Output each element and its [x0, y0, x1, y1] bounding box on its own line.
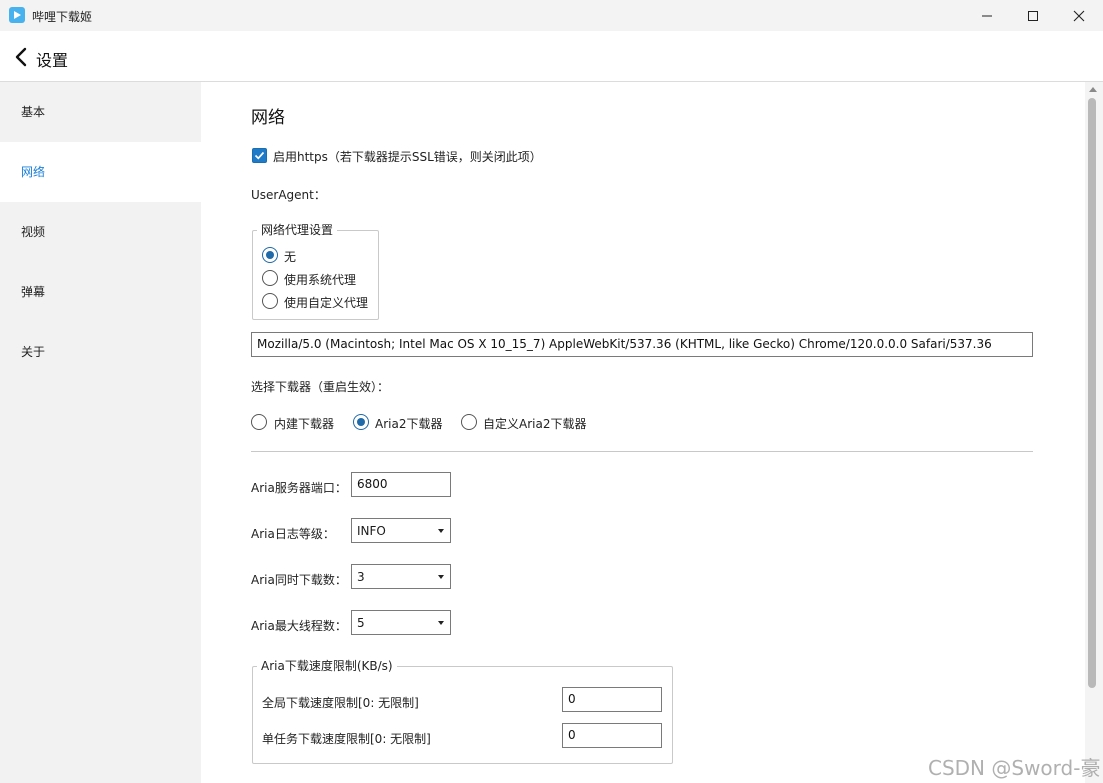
dropdown-arrow-icon — [438, 529, 444, 533]
sidebar-item-about[interactable]: 关于 — [0, 322, 201, 382]
window-titlebar: 哔哩下载姬 — [0, 0, 1103, 31]
watermark: CSDN @Sword-豪 — [928, 756, 1101, 780]
scroll-up-arrow-icon[interactable] — [1089, 87, 1097, 92]
aria-port-label: Aria服务器端口： — [251, 481, 347, 495]
proxy-custom-label: 使用自定义代理 — [284, 296, 369, 310]
close-icon — [1073, 10, 1085, 21]
aria-concurrent-label: Aria同时下载数： — [251, 573, 347, 587]
chevron-left-icon[interactable] — [14, 47, 30, 67]
divider — [251, 451, 1033, 452]
proxy-none-radio[interactable] — [262, 247, 278, 263]
sidebar: 基本 网络 视频 弹幕 关于 — [0, 82, 201, 783]
sidebar-item-network[interactable]: 网络 — [0, 142, 201, 202]
dropdown-arrow-icon — [438, 575, 444, 579]
page-header: 设置 — [0, 31, 1103, 82]
aria-max-threads-select[interactable]: 5 — [351, 610, 451, 635]
useragent-label: UserAgent： — [251, 188, 326, 202]
builtin-downloader-radio[interactable] — [251, 414, 267, 430]
page-title: 设置 — [36, 51, 69, 70]
speed-limit-group — [252, 666, 673, 764]
sidebar-item-danmaku[interactable]: 弹幕 — [0, 262, 201, 322]
proxy-system-radio[interactable] — [262, 270, 278, 286]
aria-log-level-value: INFO — [357, 524, 386, 538]
minimize-icon — [982, 15, 992, 16]
task-speed-limit-input[interactable]: 0 — [562, 723, 662, 748]
https-checkbox[interactable] — [252, 148, 267, 163]
maximize-icon — [1028, 10, 1038, 21]
proxy-system-label: 使用系统代理 — [284, 273, 357, 287]
app-logo-icon — [9, 7, 25, 23]
proxy-group-title: 网络代理设置 — [257, 221, 338, 238]
window-title: 哔哩下载姬 — [32, 10, 93, 24]
maximize-button[interactable] — [1010, 0, 1056, 31]
useragent-input[interactable]: Mozilla/5.0 (Macintosh; Intel Mac OS X 1… — [251, 332, 1033, 357]
https-checkbox-label: 启用https（若下载器提示SSL错误，则关闭此项） — [273, 150, 542, 164]
task-speed-limit-label: 单任务下载速度限制[0: 无限制] — [262, 732, 431, 746]
sidebar-item-basic[interactable]: 基本 — [0, 82, 201, 142]
global-speed-limit-input[interactable]: 0 — [562, 687, 662, 712]
aria-log-level-select[interactable]: INFO — [351, 518, 451, 543]
aria-concurrent-value: 3 — [357, 570, 365, 584]
builtin-downloader-label: 内建下载器 — [274, 417, 335, 431]
global-speed-limit-label: 全局下载速度限制[0: 无限制] — [262, 696, 419, 710]
aria-concurrent-select[interactable]: 3 — [351, 564, 451, 589]
section-title: 网络 — [251, 108, 285, 128]
checkmark-icon — [254, 151, 265, 160]
aria-log-level-label: Aria日志等级： — [251, 527, 335, 541]
aria-max-threads-label: Aria最大线程数： — [251, 619, 347, 633]
dropdown-arrow-icon — [438, 621, 444, 625]
speed-limit-group-title: Aria下载速度限制(KB/s) — [257, 657, 397, 674]
custom-aria2-downloader-label: 自定义Aria2下载器 — [483, 417, 587, 431]
proxy-none-label: 无 — [284, 250, 297, 264]
aria2-downloader-label: Aria2下载器 — [375, 417, 443, 431]
minimize-button[interactable] — [964, 0, 1010, 31]
sidebar-item-video[interactable]: 视频 — [0, 202, 201, 262]
downloader-label: 选择下载器（重启生效）： — [251, 380, 390, 394]
aria-max-threads-value: 5 — [357, 616, 365, 630]
proxy-custom-radio[interactable] — [262, 293, 278, 309]
close-button[interactable] — [1056, 0, 1102, 31]
custom-aria2-downloader-radio[interactable] — [461, 414, 477, 430]
aria-port-input[interactable]: 6800 — [351, 472, 451, 497]
scrollbar-thumb[interactable] — [1088, 98, 1096, 688]
aria2-downloader-radio[interactable] — [353, 414, 369, 430]
